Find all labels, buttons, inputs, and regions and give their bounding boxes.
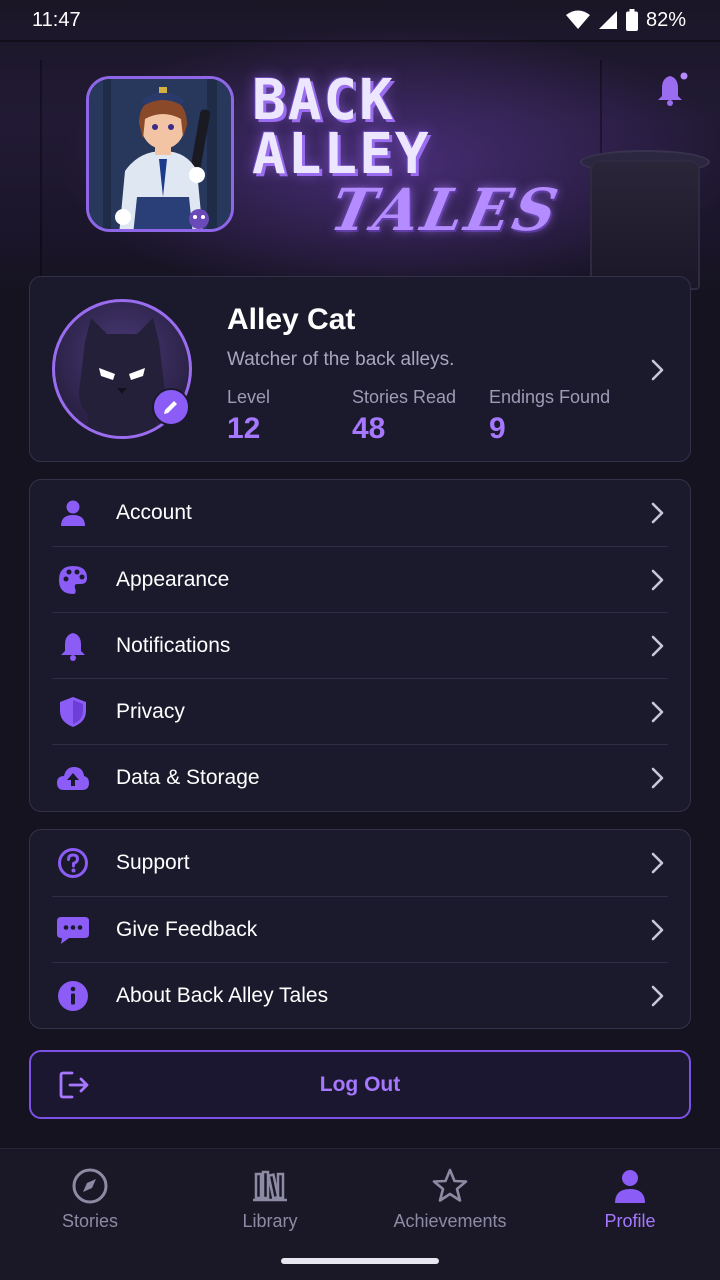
stat-label: Endings Found xyxy=(489,387,611,407)
person-icon xyxy=(615,1170,645,1203)
logo-back: BACK xyxy=(252,68,395,133)
menu-item-label: Privacy xyxy=(116,700,185,723)
menu-item-support[interactable]: Support xyxy=(30,830,690,896)
stat-endings-found: Endings Found 9 xyxy=(489,387,610,446)
nav-label: Library xyxy=(242,1211,298,1231)
compass-icon xyxy=(72,1168,108,1204)
stat-value: 9 xyxy=(489,412,506,445)
stat-level: Level 12 xyxy=(227,387,270,446)
books-icon xyxy=(253,1170,287,1202)
logout-button[interactable]: Log Out xyxy=(29,1050,691,1119)
menu-item-notifications[interactable]: Notifications xyxy=(30,613,690,679)
home-indicator[interactable] xyxy=(281,1258,439,1264)
nav-profile[interactable]: Profile xyxy=(540,1167,720,1232)
status-time: 11:47 xyxy=(32,8,81,31)
profile-card[interactable]: Alley Cat Watcher of the back alleys. Le… xyxy=(29,276,691,462)
notifications-button[interactable] xyxy=(654,72,690,113)
profile-bio: Watcher of the back alleys. xyxy=(227,349,455,370)
bell-icon xyxy=(61,633,85,661)
chevron-right-icon xyxy=(651,359,664,381)
logo-tales: TALES xyxy=(324,176,567,244)
support-menu: Support Give Feedback About Back Alley T… xyxy=(29,829,691,1029)
logo-alley: ALLEY xyxy=(252,122,431,187)
cell-signal-icon xyxy=(598,11,617,29)
menu-item-label: About Back Alley Tales xyxy=(116,984,329,1007)
menu-item-label: Appearance xyxy=(116,568,230,591)
logout-label: Log Out xyxy=(319,1072,401,1096)
pencil-icon xyxy=(164,401,177,414)
edit-avatar-button[interactable] xyxy=(152,388,190,426)
nav-label: Achievements xyxy=(393,1211,507,1231)
police-girl-illustration xyxy=(89,79,231,229)
info-icon xyxy=(58,981,88,1011)
star-icon xyxy=(432,1168,468,1202)
menu-item-account[interactable]: Account xyxy=(30,480,690,546)
person-icon xyxy=(61,500,85,526)
menu-item-appearance[interactable]: Appearance xyxy=(30,547,690,613)
battery-icon xyxy=(625,9,638,31)
chevron-right-icon xyxy=(651,502,664,524)
settings-menu: Account Appearance Notifications Privacy… xyxy=(29,479,691,812)
palette-icon xyxy=(59,566,87,594)
chevron-right-icon xyxy=(651,985,664,1007)
bell-icon xyxy=(658,72,688,106)
logout-icon xyxy=(59,1071,89,1099)
profile-name: Alley Cat xyxy=(227,303,356,336)
nav-stories[interactable]: Stories xyxy=(0,1167,180,1232)
menu-item-label: Support xyxy=(116,851,190,874)
menu-item-privacy[interactable]: Privacy xyxy=(30,679,690,745)
trash-can xyxy=(590,160,700,290)
app-icon-art xyxy=(86,76,234,232)
menu-item-data-storage[interactable]: Data & Storage xyxy=(30,745,690,811)
app-logo: BACK ALLEY TALES xyxy=(252,68,566,245)
stat-label: Level xyxy=(227,387,271,407)
chevron-right-icon xyxy=(651,569,664,591)
help-circle-icon xyxy=(58,848,88,878)
chevron-right-icon xyxy=(651,701,664,723)
chevron-right-icon xyxy=(651,852,664,874)
wifi-icon xyxy=(565,10,590,29)
chevron-right-icon xyxy=(651,919,664,941)
menu-item-label: Notifications xyxy=(116,634,231,657)
cloud-upload-icon xyxy=(57,767,89,790)
stat-label: Stories Read xyxy=(352,387,457,407)
chat-bubble-icon xyxy=(57,917,89,944)
menu-item-label: Data & Storage xyxy=(116,766,260,789)
battery-percent: 82% xyxy=(645,8,686,31)
menu-item-label: Give Feedback xyxy=(116,918,258,941)
nav-library[interactable]: Library xyxy=(180,1167,360,1232)
shield-icon xyxy=(60,697,86,727)
menu-item-feedback[interactable]: Give Feedback xyxy=(30,897,690,963)
status-bar: 11:47 82% xyxy=(0,0,720,40)
nav-label: Stories xyxy=(61,1211,119,1231)
stat-stories-read: Stories Read 48 xyxy=(352,387,456,446)
nav-label: Profile xyxy=(604,1211,656,1231)
chevron-right-icon xyxy=(651,767,664,789)
nav-achievements[interactable]: Achievements xyxy=(360,1167,540,1232)
stat-value: 12 xyxy=(227,412,261,445)
menu-item-about[interactable]: About Back Alley Tales xyxy=(30,963,690,1029)
menu-item-label: Account xyxy=(116,501,192,524)
chevron-right-icon xyxy=(651,635,664,657)
stat-value: 48 xyxy=(352,412,386,445)
